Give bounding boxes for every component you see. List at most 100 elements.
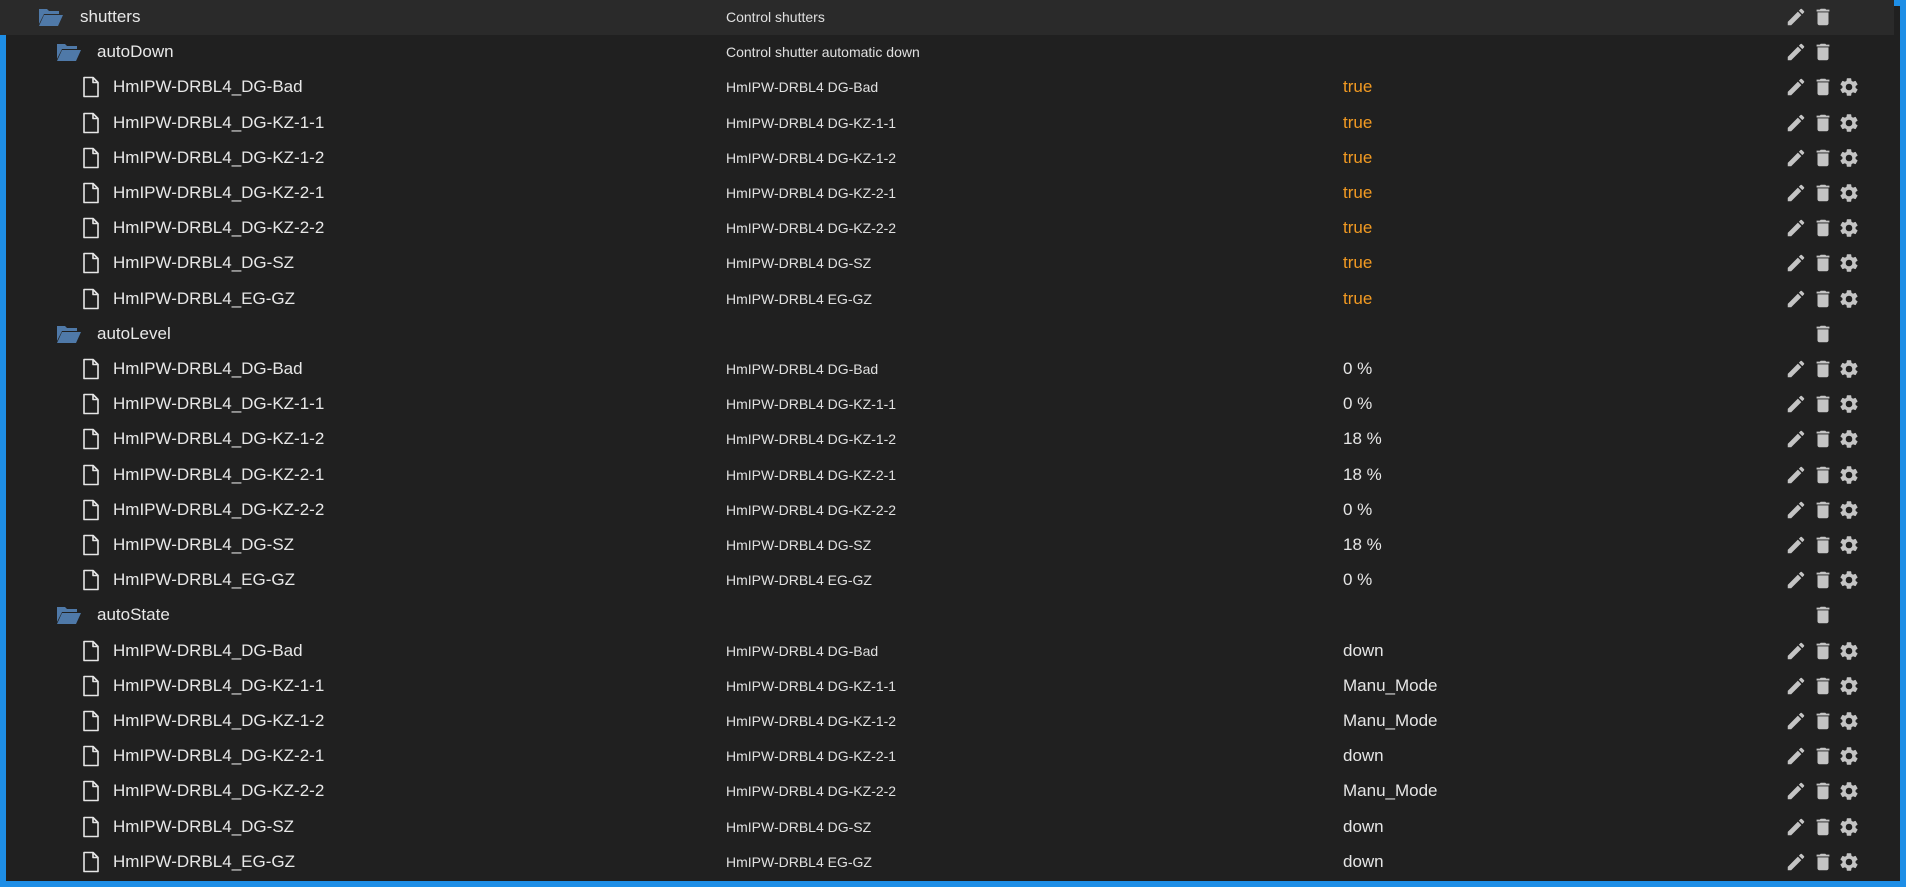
gear-icon[interactable] [1838, 288, 1860, 310]
tree-state-hmipw-drbl4-dg-kz-1-1[interactable]: HmIPW-DRBL4_DG-KZ-1-1 HmIPW-DRBL4 DG-KZ-1… [0, 387, 1894, 422]
state-value[interactable]: Manu_Mode [1343, 780, 1438, 802]
pencil-icon[interactable] [1785, 745, 1807, 767]
tree-state-hmipw-drbl4-dg-bad[interactable]: HmIPW-DRBL4_DG-Bad HmIPW-DRBL4 DG-Bad true [0, 70, 1894, 105]
gear-icon[interactable] [1838, 358, 1860, 380]
trash-icon[interactable] [1812, 710, 1834, 732]
tree-state-hmipw-drbl4-dg-kz-1-2[interactable]: HmIPW-DRBL4_DG-KZ-1-2 HmIPW-DRBL4 DG-KZ-1… [0, 141, 1894, 176]
state-value[interactable]: down [1343, 851, 1384, 873]
gear-icon[interactable] [1838, 428, 1860, 450]
folder-open-icon[interactable] [38, 6, 64, 28]
pencil-icon[interactable] [1785, 464, 1807, 486]
state-value[interactable]: true [1343, 76, 1372, 98]
gear-icon[interactable] [1838, 499, 1860, 521]
state-value[interactable]: 0 % [1343, 569, 1372, 591]
state-value[interactable]: 0 % [1343, 393, 1372, 415]
tree-state-hmipw-drbl4-dg-kz-2-1[interactable]: HmIPW-DRBL4_DG-KZ-2-1 HmIPW-DRBL4 DG-KZ-2… [0, 458, 1894, 493]
trash-icon[interactable] [1812, 217, 1834, 239]
pencil-icon[interactable] [1785, 640, 1807, 662]
state-value[interactable]: true [1343, 182, 1372, 204]
state-value[interactable]: down [1343, 640, 1384, 662]
pencil-icon[interactable] [1785, 393, 1807, 415]
pencil-icon[interactable] [1785, 780, 1807, 802]
tree-state-hmipw-drbl4-dg-sz[interactable]: HmIPW-DRBL4_DG-SZ HmIPW-DRBL4 DG-SZ true [0, 246, 1894, 281]
gear-icon[interactable] [1838, 569, 1860, 591]
trash-icon[interactable] [1812, 182, 1834, 204]
trash-icon[interactable] [1812, 780, 1834, 802]
gear-icon[interactable] [1838, 182, 1860, 204]
tree-state-hmipw-drbl4-eg-gz[interactable]: HmIPW-DRBL4_EG-GZ HmIPW-DRBL4 EG-GZ true [0, 282, 1894, 317]
gear-icon[interactable] [1838, 745, 1860, 767]
trash-icon[interactable] [1812, 252, 1834, 274]
tree-state-hmipw-drbl4-eg-gz[interactable]: HmIPW-DRBL4_EG-GZ HmIPW-DRBL4 EG-GZ down [0, 845, 1894, 880]
pencil-icon[interactable] [1785, 428, 1807, 450]
state-value[interactable]: Manu_Mode [1343, 675, 1438, 697]
state-value[interactable]: true [1343, 288, 1372, 310]
gear-icon[interactable] [1838, 675, 1860, 697]
trash-icon[interactable] [1812, 604, 1834, 626]
state-value[interactable]: 18 % [1343, 534, 1382, 556]
tree-folder-autolevel[interactable]: autoLevel [0, 317, 1894, 352]
state-value[interactable]: 18 % [1343, 428, 1382, 450]
tree-state-hmipw-drbl4-dg-kz-2-2[interactable]: HmIPW-DRBL4_DG-KZ-2-2 HmIPW-DRBL4 DG-KZ-2… [0, 211, 1894, 246]
tree-state-hmipw-drbl4-dg-bad[interactable]: HmIPW-DRBL4_DG-Bad HmIPW-DRBL4 DG-Bad down [0, 634, 1894, 669]
gear-icon[interactable] [1838, 464, 1860, 486]
gear-icon[interactable] [1838, 816, 1860, 838]
state-value[interactable]: true [1343, 147, 1372, 169]
pencil-icon[interactable] [1785, 534, 1807, 556]
gear-icon[interactable] [1838, 252, 1860, 274]
trash-icon[interactable] [1812, 393, 1834, 415]
tree-state-hmipw-drbl4-dg-sz[interactable]: HmIPW-DRBL4_DG-SZ HmIPW-DRBL4 DG-SZ down [0, 810, 1894, 845]
pencil-icon[interactable] [1785, 6, 1807, 28]
tree-state-hmipw-drbl4-dg-kz-1-1[interactable]: HmIPW-DRBL4_DG-KZ-1-1 HmIPW-DRBL4 DG-KZ-1… [0, 669, 1894, 704]
tree-state-hmipw-drbl4-dg-kz-1-1[interactable]: HmIPW-DRBL4_DG-KZ-1-1 HmIPW-DRBL4 DG-KZ-1… [0, 106, 1894, 141]
gear-icon[interactable] [1838, 217, 1860, 239]
pencil-icon[interactable] [1785, 112, 1807, 134]
gear-icon[interactable] [1838, 112, 1860, 134]
gear-icon[interactable] [1838, 147, 1860, 169]
pencil-icon[interactable] [1785, 675, 1807, 697]
trash-icon[interactable] [1812, 534, 1834, 556]
tree-state-hmipw-drbl4-dg-sz[interactable]: HmIPW-DRBL4_DG-SZ HmIPW-DRBL4 DG-SZ 18 % [0, 528, 1894, 563]
tree-state-hmipw-drbl4-dg-bad[interactable]: HmIPW-DRBL4_DG-Bad HmIPW-DRBL4 DG-Bad 0 % [0, 352, 1894, 387]
tree-state-hmipw-drbl4-dg-kz-1-2[interactable]: HmIPW-DRBL4_DG-KZ-1-2 HmIPW-DRBL4 DG-KZ-1… [0, 704, 1894, 739]
gear-icon[interactable] [1838, 780, 1860, 802]
trash-icon[interactable] [1812, 851, 1834, 873]
gear-icon[interactable] [1838, 710, 1860, 732]
tree-state-hmipw-drbl4-dg-kz-2-2[interactable]: HmIPW-DRBL4_DG-KZ-2-2 HmIPW-DRBL4 DG-KZ-2… [0, 774, 1894, 809]
pencil-icon[interactable] [1785, 569, 1807, 591]
trash-icon[interactable] [1812, 323, 1834, 345]
pencil-icon[interactable] [1785, 41, 1807, 63]
pencil-icon[interactable] [1785, 252, 1807, 274]
trash-icon[interactable] [1812, 288, 1834, 310]
pencil-icon[interactable] [1785, 851, 1807, 873]
tree-state-hmipw-drbl4-dg-kz-1-2[interactable]: HmIPW-DRBL4_DG-KZ-1-2 HmIPW-DRBL4 DG-KZ-1… [0, 422, 1894, 457]
state-value[interactable]: true [1343, 217, 1372, 239]
tree-state-hmipw-drbl4-dg-kz-2-2[interactable]: HmIPW-DRBL4_DG-KZ-2-2 HmIPW-DRBL4 DG-KZ-2… [0, 493, 1894, 528]
trash-icon[interactable] [1812, 6, 1834, 28]
state-value[interactable]: 18 % [1343, 464, 1382, 486]
state-value[interactable]: true [1343, 252, 1372, 274]
gear-icon[interactable] [1838, 393, 1860, 415]
state-value[interactable]: true [1343, 112, 1372, 134]
gear-icon[interactable] [1838, 851, 1860, 873]
gear-icon[interactable] [1838, 76, 1860, 98]
tree-state-hmipw-drbl4-dg-kz-2-1[interactable]: HmIPW-DRBL4_DG-KZ-2-1 HmIPW-DRBL4 DG-KZ-2… [0, 176, 1894, 211]
trash-icon[interactable] [1812, 41, 1834, 63]
state-value[interactable]: Manu_Mode [1343, 710, 1438, 732]
trash-icon[interactable] [1812, 499, 1834, 521]
tree-state-hmipw-drbl4-dg-kz-2-1[interactable]: HmIPW-DRBL4_DG-KZ-2-1 HmIPW-DRBL4 DG-KZ-2… [0, 739, 1894, 774]
tree-folder-autostate[interactable]: autoState [0, 598, 1894, 633]
trash-icon[interactable] [1812, 428, 1834, 450]
trash-icon[interactable] [1812, 816, 1834, 838]
tree-folder-shutters[interactable]: shutters Control shutters [0, 0, 1894, 35]
pencil-icon[interactable] [1785, 217, 1807, 239]
pencil-icon[interactable] [1785, 76, 1807, 98]
folder-open-icon[interactable] [56, 41, 82, 63]
trash-icon[interactable] [1812, 464, 1834, 486]
trash-icon[interactable] [1812, 640, 1834, 662]
trash-icon[interactable] [1812, 76, 1834, 98]
pencil-icon[interactable] [1785, 288, 1807, 310]
folder-open-icon[interactable] [56, 604, 82, 626]
state-value[interactable]: down [1343, 745, 1384, 767]
pencil-icon[interactable] [1785, 358, 1807, 380]
